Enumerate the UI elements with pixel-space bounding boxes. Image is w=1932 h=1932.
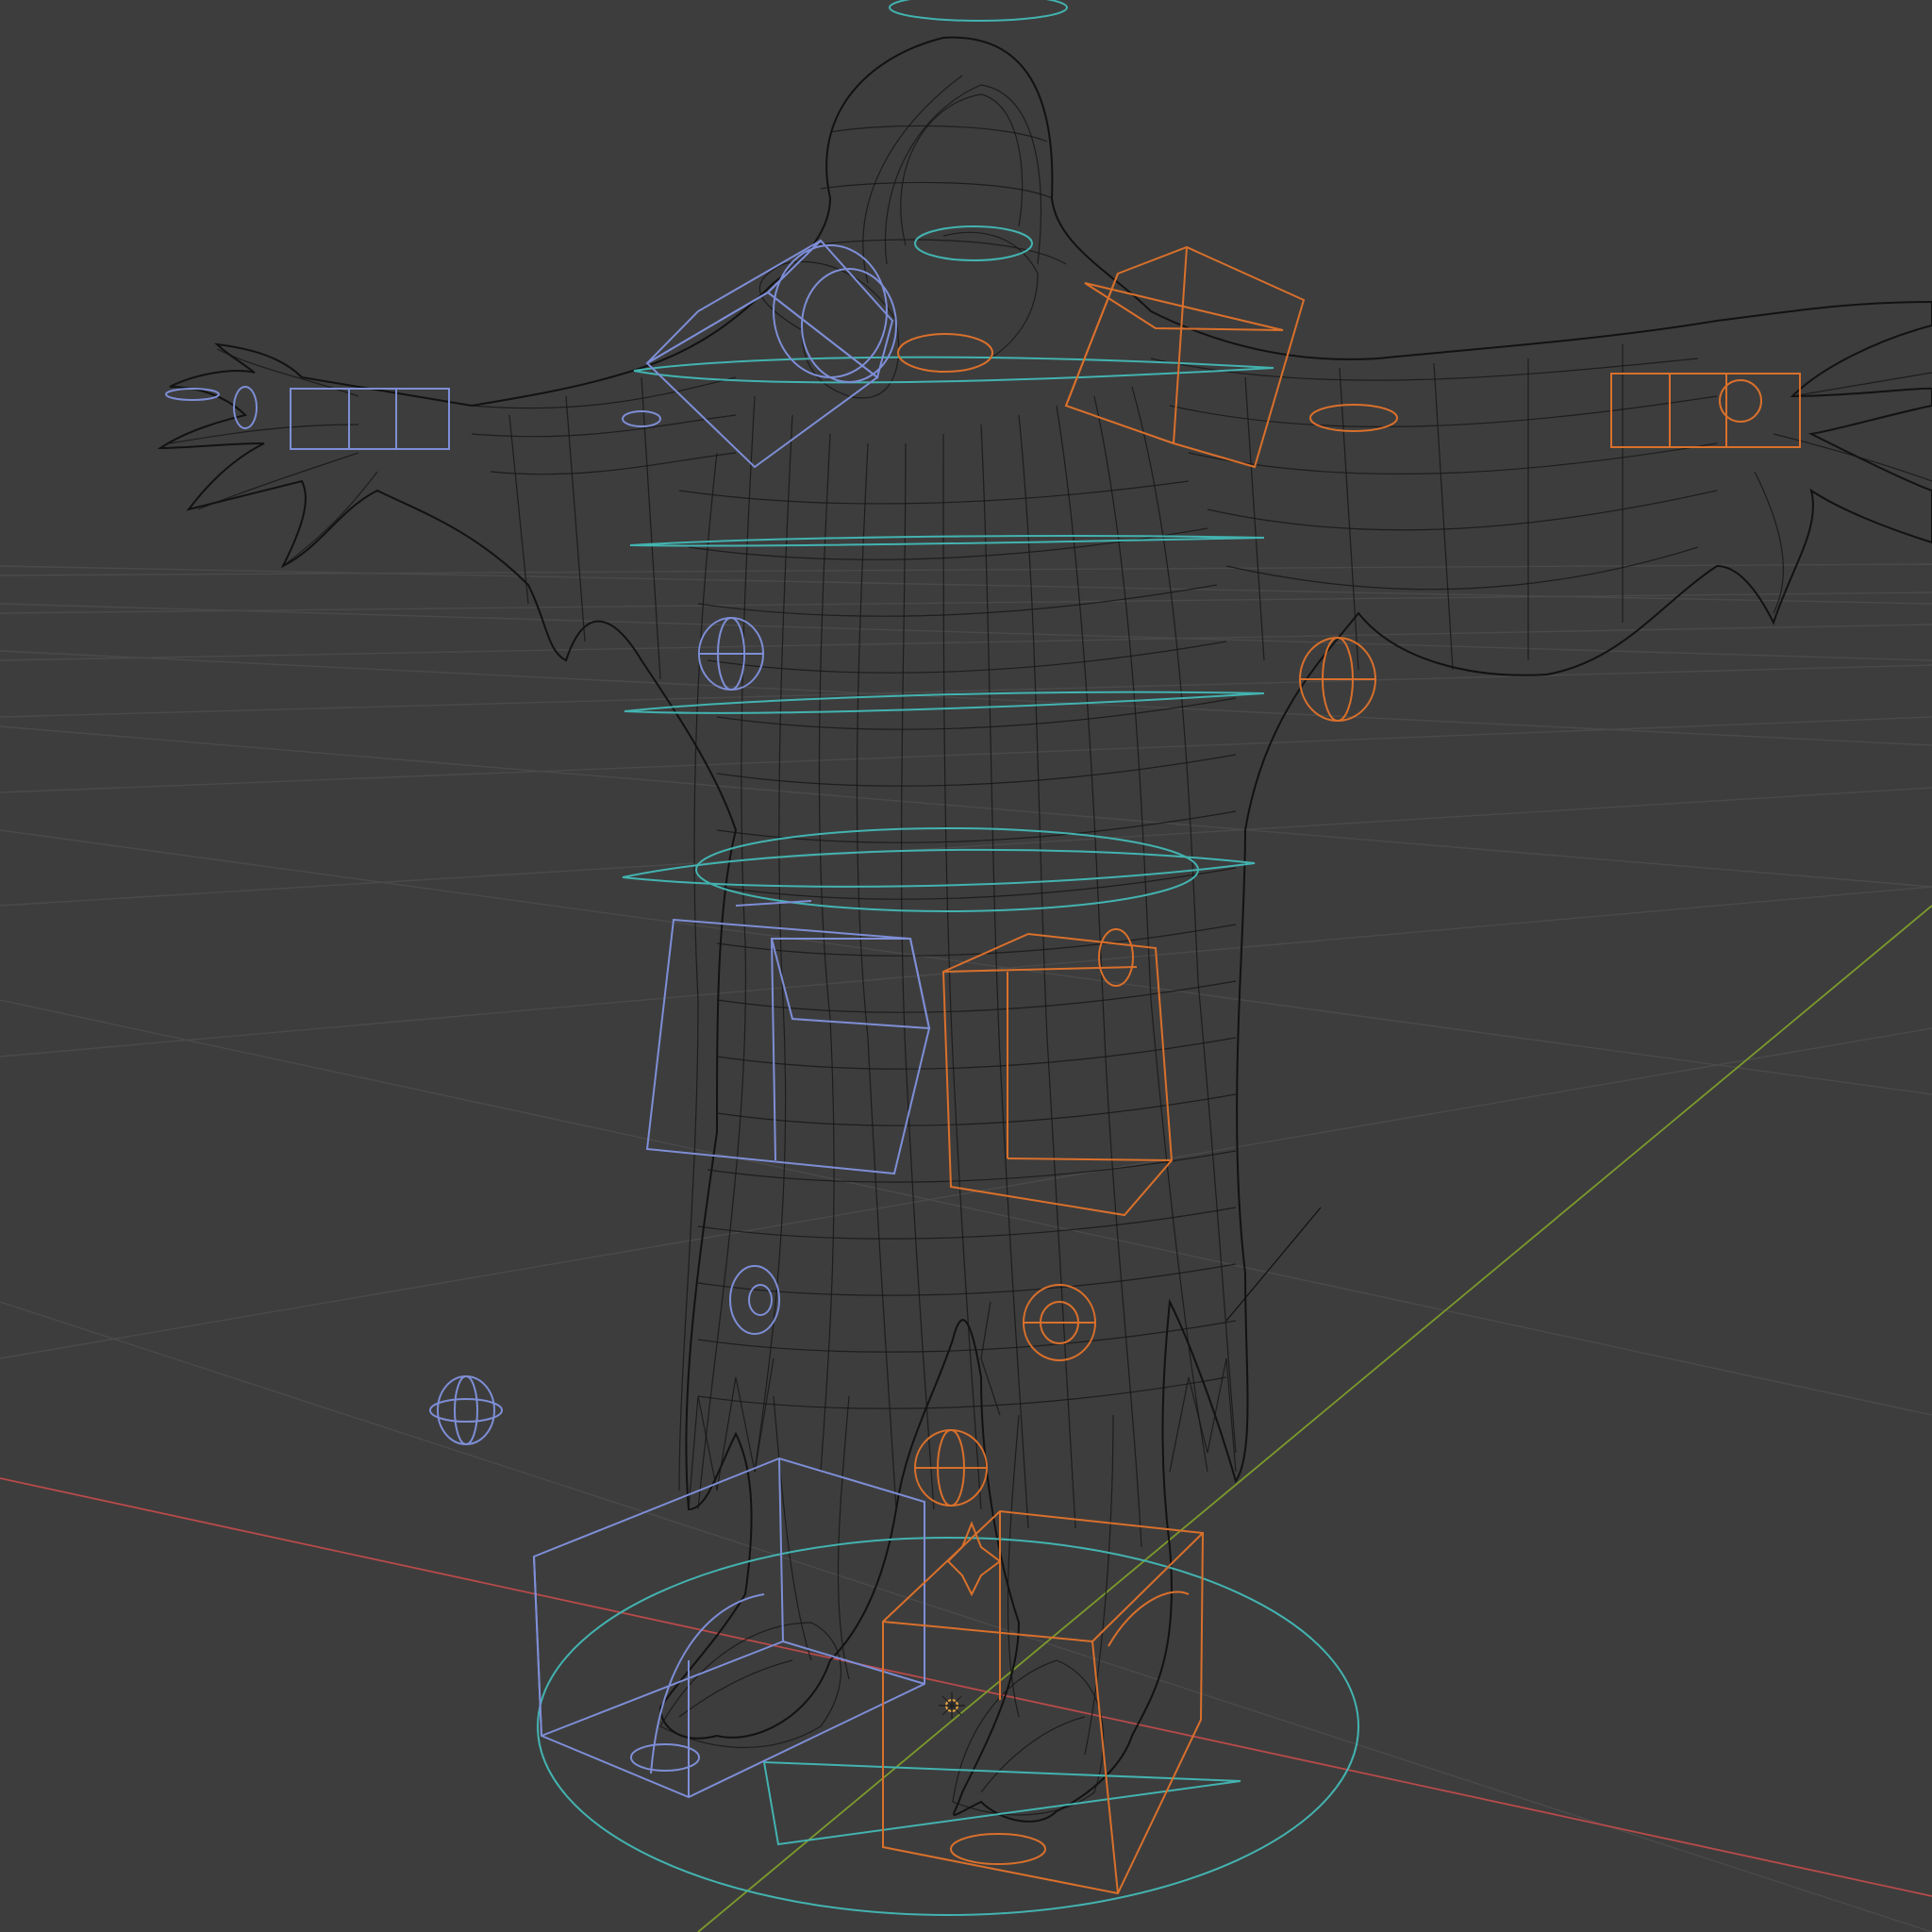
right-rig-controls[interactable] — [882, 245, 1801, 1895]
viewport-canvas[interactable] — [0, 0, 1932, 1932]
right-knee-target[interactable] — [914, 1429, 988, 1507]
right-foot-control[interactable] — [882, 1509, 1205, 1895]
left-shoulder-control[interactable] — [645, 239, 897, 469]
ik-handle-icon[interactable] — [946, 1521, 1002, 1597]
root-direction-arrow[interactable] — [762, 1760, 1241, 1846]
3d-viewport[interactable] — [0, 0, 1932, 1932]
ground-grid — [0, 563, 1932, 1932]
right-knee-pole[interactable] — [1023, 1284, 1096, 1361]
left-knee-pole[interactable] — [729, 1265, 780, 1335]
character-mesh[interactable] — [157, 36, 1932, 1823]
head-top-control[interactable] — [889, 0, 1068, 22]
neck-control[interactable] — [914, 225, 1033, 261]
origin-cursor-icon[interactable] — [939, 1692, 965, 1719]
hip-ring-control[interactable] — [622, 848, 1256, 888]
right-hand-control[interactable] — [1610, 373, 1801, 448]
x-axis-line — [0, 1477, 1932, 1897]
right-thigh-control[interactable] — [941, 928, 1174, 1217]
right-elbow-pole[interactable] — [1299, 637, 1376, 722]
left-knee-target[interactable] — [429, 1375, 503, 1445]
left-foot-control[interactable] — [532, 1457, 925, 1799]
left-elbow-pole[interactable] — [698, 617, 764, 691]
left-thigh-control[interactable] — [645, 900, 931, 1175]
chest-ring-control[interactable] — [629, 534, 1265, 547]
